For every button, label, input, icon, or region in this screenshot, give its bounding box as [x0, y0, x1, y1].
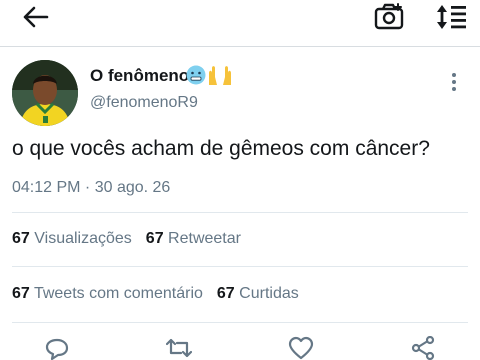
quotes-label: Tweets com comentário	[33, 285, 203, 302]
sort-arrows-icon[interactable]	[434, 3, 468, 31]
action-bar	[0, 336, 480, 360]
stats-row-2: 67 Tweets com comentário 67 Curtidas	[12, 285, 299, 303]
retweets-label: Retweetar	[168, 230, 241, 247]
retweets-count: 67	[145, 230, 164, 247]
more-options-icon[interactable]	[444, 70, 464, 94]
views-count: 67	[12, 230, 30, 247]
avatar[interactable]	[12, 60, 78, 126]
views-label: Visualizações	[34, 230, 132, 247]
views-stat[interactable]: 67 Visualizações	[12, 230, 132, 247]
divider	[12, 322, 468, 323]
likes-label: Curtidas	[239, 285, 299, 302]
display-name[interactable]: O fenômeno	[90, 66, 189, 86]
reply-icon[interactable]	[44, 336, 70, 360]
name-emojis	[186, 65, 231, 85]
share-icon[interactable]	[410, 336, 436, 360]
likes-count: 67	[216, 285, 235, 302]
retweets-stat[interactable]: 67 Retweetar	[146, 230, 241, 247]
divider	[12, 212, 468, 213]
stats-row-1: 67 Visualizações 67 Retweetar	[12, 230, 241, 248]
raising-hands-emoji	[209, 66, 231, 85]
user-handle[interactable]: @fenomenoR9	[90, 94, 198, 112]
top-bar	[0, 0, 480, 46]
quotes-stat[interactable]: 67 Tweets com comentário	[12, 285, 203, 302]
cold-face-emoji	[186, 65, 206, 85]
divider	[12, 266, 468, 267]
camera-icon[interactable]	[374, 3, 406, 31]
top-bar-divider	[0, 46, 480, 47]
quotes-count: 67	[12, 285, 30, 302]
tweet-timestamp: 04:12 PM · 30 ago. 26	[12, 179, 171, 196]
like-icon[interactable]	[288, 336, 314, 360]
arrow-left-icon[interactable]	[20, 5, 50, 29]
tweet-text: o que vocês acham de gêmeos com câncer?	[12, 137, 430, 160]
likes-stat[interactable]: 67 Curtidas	[217, 285, 299, 302]
retweet-icon[interactable]	[166, 336, 192, 360]
